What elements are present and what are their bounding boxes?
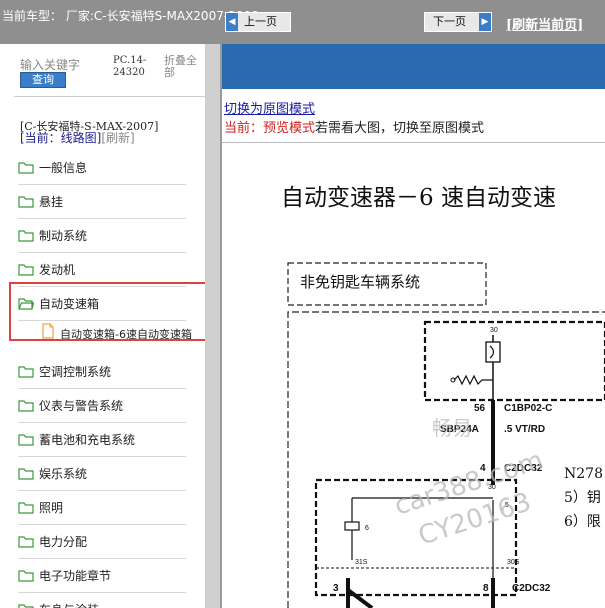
- splice-30s-label: 30S: [507, 559, 520, 566]
- nav-item[interactable]: 照明: [18, 492, 186, 526]
- nav-item-divider: [18, 218, 186, 219]
- folder-icon: [18, 502, 34, 514]
- selection-highlight: [9, 282, 215, 341]
- arrow-right-icon: ▶: [479, 13, 491, 31]
- prev-page-label: 上一页: [244, 15, 277, 28]
- folder-icon: [18, 604, 34, 608]
- folder-icon: [18, 230, 34, 242]
- nav-item-divider: [18, 524, 186, 525]
- folder-icon: [18, 162, 34, 174]
- nav-item-divider: [18, 422, 186, 423]
- nav-item[interactable]: 制动系统: [18, 220, 186, 254]
- collapse-line2: 部: [164, 66, 175, 79]
- nav-item-label: 发动机: [39, 263, 76, 277]
- pin-6-label: 6: [365, 525, 369, 532]
- mode-current-label: 当前：预览模式: [224, 121, 316, 136]
- nav-item[interactable]: 空调控制系统: [18, 356, 186, 390]
- prev-page-button[interactable]: ◀ 上一页: [225, 12, 291, 32]
- wiring-diagram: 非免钥匙车辆系统 30 56 C1BP02-C SBP24A .5 VT/RD …: [287, 262, 605, 608]
- pin-3-label: 3: [333, 583, 339, 594]
- refresh-tree-link[interactable]: [刷新]: [101, 131, 134, 145]
- nav-item-label: 空调控制系统: [39, 365, 112, 379]
- resistor-symbol: [453, 374, 493, 386]
- diagram-title: 自动变速器－6 速自动变速: [281, 185, 556, 211]
- system-boundary: [287, 311, 605, 608]
- mode-hint: 若需看大图，切换至原图模式: [315, 121, 485, 136]
- nav-item-label: 一般信息: [39, 161, 88, 175]
- nav-item-divider: [18, 490, 186, 491]
- current-view-label: [当前：线路图]: [20, 131, 102, 145]
- system-label-text: 非免钥匙车辆系统: [300, 274, 420, 291]
- pc-code-line2: 24320: [113, 67, 145, 78]
- collapse-all-button[interactable]: 折叠全 部: [164, 55, 204, 79]
- folder-icon: [18, 468, 34, 480]
- refresh-page-link[interactable]: [刷新当前页]: [506, 14, 583, 33]
- nav-item[interactable]: 车身与涂装: [18, 594, 186, 608]
- folder-icon: [18, 536, 34, 548]
- connector-c2dc32-bottom: C2DC32: [512, 583, 551, 594]
- folder-icon: [18, 400, 34, 412]
- next-page-button[interactable]: 下一页 ▶: [424, 12, 492, 32]
- nav-item-label: 仪表与警告系统: [39, 399, 124, 413]
- switch-symbol: [344, 521, 360, 531]
- note-item-6: 6）限: [564, 514, 601, 530]
- nav-item-label: 悬挂: [39, 195, 64, 209]
- search-input[interactable]: 输入关键字: [20, 56, 80, 73]
- nav-item[interactable]: 蓄电池和充电系统: [18, 424, 186, 458]
- splice-31s-label: 31S: [355, 559, 368, 566]
- pin-30-top-label: 30: [490, 327, 498, 334]
- nav-item-label: 电子功能章节: [39, 569, 112, 583]
- nav-item-label: 电力分配: [39, 535, 88, 549]
- watermark-text-1: 畅易: [432, 416, 472, 440]
- nav-item[interactable]: 仪表与警告系统: [18, 390, 186, 424]
- nav-item[interactable]: 娱乐系统: [18, 458, 186, 492]
- note-item-5: 5）钥: [564, 490, 601, 506]
- nav-item-label: 制动系统: [39, 229, 88, 243]
- page-toolbar: [222, 44, 605, 89]
- nav-item-label: 娱乐系统: [39, 467, 88, 481]
- nav-item-divider: [18, 252, 186, 253]
- bottom-wire-diagonal: [346, 588, 374, 608]
- mode-status: 当前：预览模式若需看大图，切换至原图模式: [224, 117, 484, 136]
- left-panel: 输入关键字 查询 PC.14- 24320 折叠全 部 [C-长安福特-S-MA…: [0, 44, 221, 608]
- wire-color-label: .5 VT/RD: [504, 424, 545, 435]
- window-title: 当前车型： 厂家:C-长安福特S-MAX2007-2008: [2, 9, 259, 23]
- search-button[interactable]: 查询: [20, 72, 66, 88]
- current-location: [当前：线路图][刷新]: [20, 129, 135, 146]
- arrow-left-icon: ◀: [226, 13, 238, 31]
- component-n278: N278: [564, 466, 603, 482]
- panel-splitter[interactable]: [205, 44, 220, 608]
- watermark: 畅易 car388.com CY20163: [391, 416, 547, 552]
- folder-icon: [18, 570, 34, 582]
- pin-56-label: 56: [474, 403, 486, 414]
- folder-icon: [18, 366, 34, 378]
- nav-item[interactable]: 电子功能章节: [18, 560, 186, 594]
- nav-item-divider: [18, 456, 186, 457]
- connector-c1bp02c: C1BP02-C: [504, 403, 552, 414]
- nav-item-label: 照明: [39, 501, 64, 515]
- folder-icon: [18, 434, 34, 446]
- pc-code-line1: PC.14-: [113, 55, 147, 66]
- folder-icon: [18, 264, 34, 276]
- nav-item-label: 车身与涂装: [39, 601, 99, 608]
- nav-item-divider: [18, 388, 186, 389]
- nav-item[interactable]: 电力分配: [18, 526, 186, 560]
- switch-original-mode-link[interactable]: 切换为原图模式: [224, 98, 315, 117]
- folder-icon: [18, 196, 34, 208]
- nav-item[interactable]: 悬挂: [18, 186, 186, 220]
- nav-item-label: 蓄电池和充电系统: [39, 433, 136, 447]
- pc-code: PC.14- 24320: [113, 55, 146, 79]
- fuse-box-outline: [423, 320, 605, 402]
- nav-item-divider: [18, 592, 186, 593]
- nav-item-divider: [18, 184, 186, 185]
- fuse-element: [489, 345, 495, 359]
- content-divider: [222, 142, 605, 143]
- nav-item[interactable]: 一般信息: [18, 152, 186, 186]
- next-page-label: 下一页: [433, 15, 466, 28]
- pin-8-label: 8: [483, 583, 489, 594]
- divider: [14, 96, 212, 97]
- nav-item-divider: [18, 558, 186, 559]
